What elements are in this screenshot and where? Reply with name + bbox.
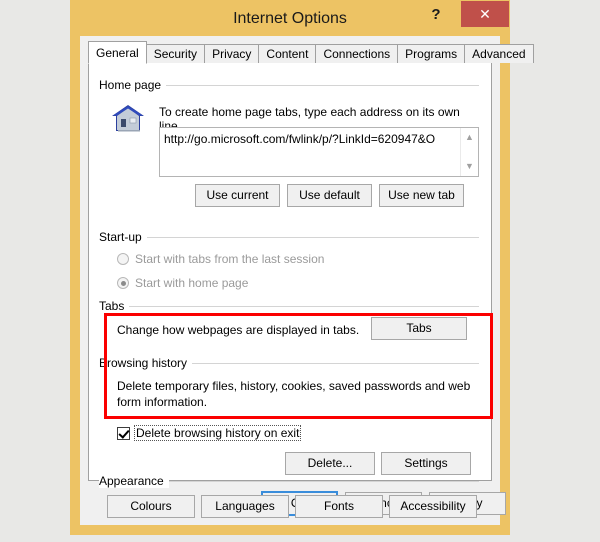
- tabs-description: Change how webpages are displayed in tab…: [117, 323, 360, 337]
- tab-security[interactable]: Security: [145, 44, 206, 63]
- checkbox-mark: [117, 426, 130, 440]
- close-icon[interactable]: ✕: [461, 1, 509, 27]
- browsing-history-group-title: Browsing history: [99, 356, 193, 370]
- url-scrollbar[interactable]: ▲ ▼: [460, 128, 478, 176]
- internet-options-window: Internet Options ? ✕ General Security Pr…: [70, 0, 534, 535]
- radio-mark: [117, 253, 129, 265]
- tab-general[interactable]: General: [88, 41, 147, 64]
- group-divider: [99, 237, 479, 238]
- use-default-button[interactable]: Use default: [287, 184, 372, 207]
- help-icon[interactable]: ?: [422, 2, 450, 28]
- delete-button[interactable]: Delete...: [285, 452, 375, 475]
- radio-label: Start with home page: [135, 276, 249, 290]
- tabs-button[interactable]: Tabs: [371, 317, 467, 340]
- home-page-group-title: Home page: [99, 78, 167, 92]
- use-current-button[interactable]: Use current: [195, 184, 280, 207]
- scroll-down-icon[interactable]: ▼: [461, 158, 478, 175]
- fonts-button[interactable]: Fonts: [295, 495, 383, 518]
- browsing-history-description-line1: Delete temporary files, history, cookies…: [117, 379, 471, 393]
- tabs-group-title: Tabs: [99, 299, 130, 313]
- radio-mark: [117, 277, 129, 289]
- scroll-up-icon[interactable]: ▲: [461, 129, 478, 146]
- colours-button[interactable]: Colours: [107, 495, 195, 518]
- house-icon: [109, 101, 147, 135]
- title-bar[interactable]: Internet Options ? ✕: [70, 0, 510, 36]
- group-divider: [99, 306, 479, 307]
- delete-browsing-history-on-exit-checkbox[interactable]: Delete browsing history on exit: [117, 425, 302, 441]
- tab-content[interactable]: Content: [258, 44, 317, 63]
- tab-programs[interactable]: Programs: [397, 44, 466, 63]
- checkbox-label: Delete browsing history on exit: [134, 425, 302, 441]
- tab-advanced[interactable]: Advanced: [464, 44, 534, 63]
- use-new-tab-button[interactable]: Use new tab: [379, 184, 464, 207]
- tab-connections[interactable]: Connections: [315, 44, 399, 63]
- browsing-history-description-line2: form information.: [117, 395, 208, 409]
- home-page-url-value: http://go.microsoft.com/fwlink/p/?LinkId…: [164, 132, 436, 146]
- home-page-url-input[interactable]: http://go.microsoft.com/fwlink/p/?LinkId…: [159, 127, 479, 177]
- radio-label: Start with tabs from the last session: [135, 252, 325, 266]
- radio-start-with-home-page[interactable]: Start with home page: [117, 275, 248, 291]
- general-tab-panel: Home page To create home page tabs, type…: [88, 62, 492, 518]
- accessibility-button[interactable]: Accessibility: [389, 495, 477, 518]
- tab-privacy[interactable]: Privacy: [204, 44, 260, 63]
- dialog-body: General Security Privacy Content Connect…: [80, 36, 534, 525]
- startup-group-title: Start-up: [99, 230, 147, 244]
- radio-start-with-last-session[interactable]: Start with tabs from the last session: [117, 251, 324, 267]
- languages-button[interactable]: Languages: [201, 495, 289, 518]
- appearance-group-title: Appearance: [99, 474, 169, 488]
- tab-strip: General Security Privacy Content Connect…: [88, 41, 534, 64]
- settings-button[interactable]: Settings: [381, 452, 471, 475]
